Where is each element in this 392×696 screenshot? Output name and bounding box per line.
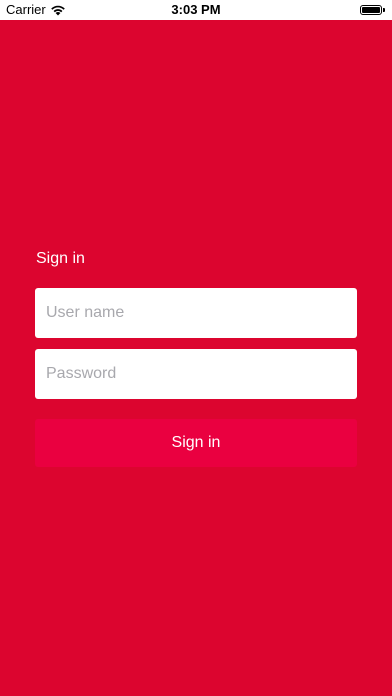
battery-level <box>362 7 380 13</box>
sign-in-form: Sign in Sign in <box>35 250 357 467</box>
status-time: 3:03 PM <box>171 2 221 17</box>
battery-icon <box>360 5 386 15</box>
status-bar: Carrier 3:03 PM <box>0 0 392 20</box>
password-input[interactable] <box>35 349 357 399</box>
login-screen: Sign in Sign in <box>0 20 392 696</box>
page-title: Sign in <box>36 250 85 267</box>
battery-body <box>360 5 382 15</box>
battery-cap <box>383 8 385 12</box>
sign-in-button[interactable]: Sign in <box>35 419 357 467</box>
username-input[interactable] <box>35 288 357 338</box>
